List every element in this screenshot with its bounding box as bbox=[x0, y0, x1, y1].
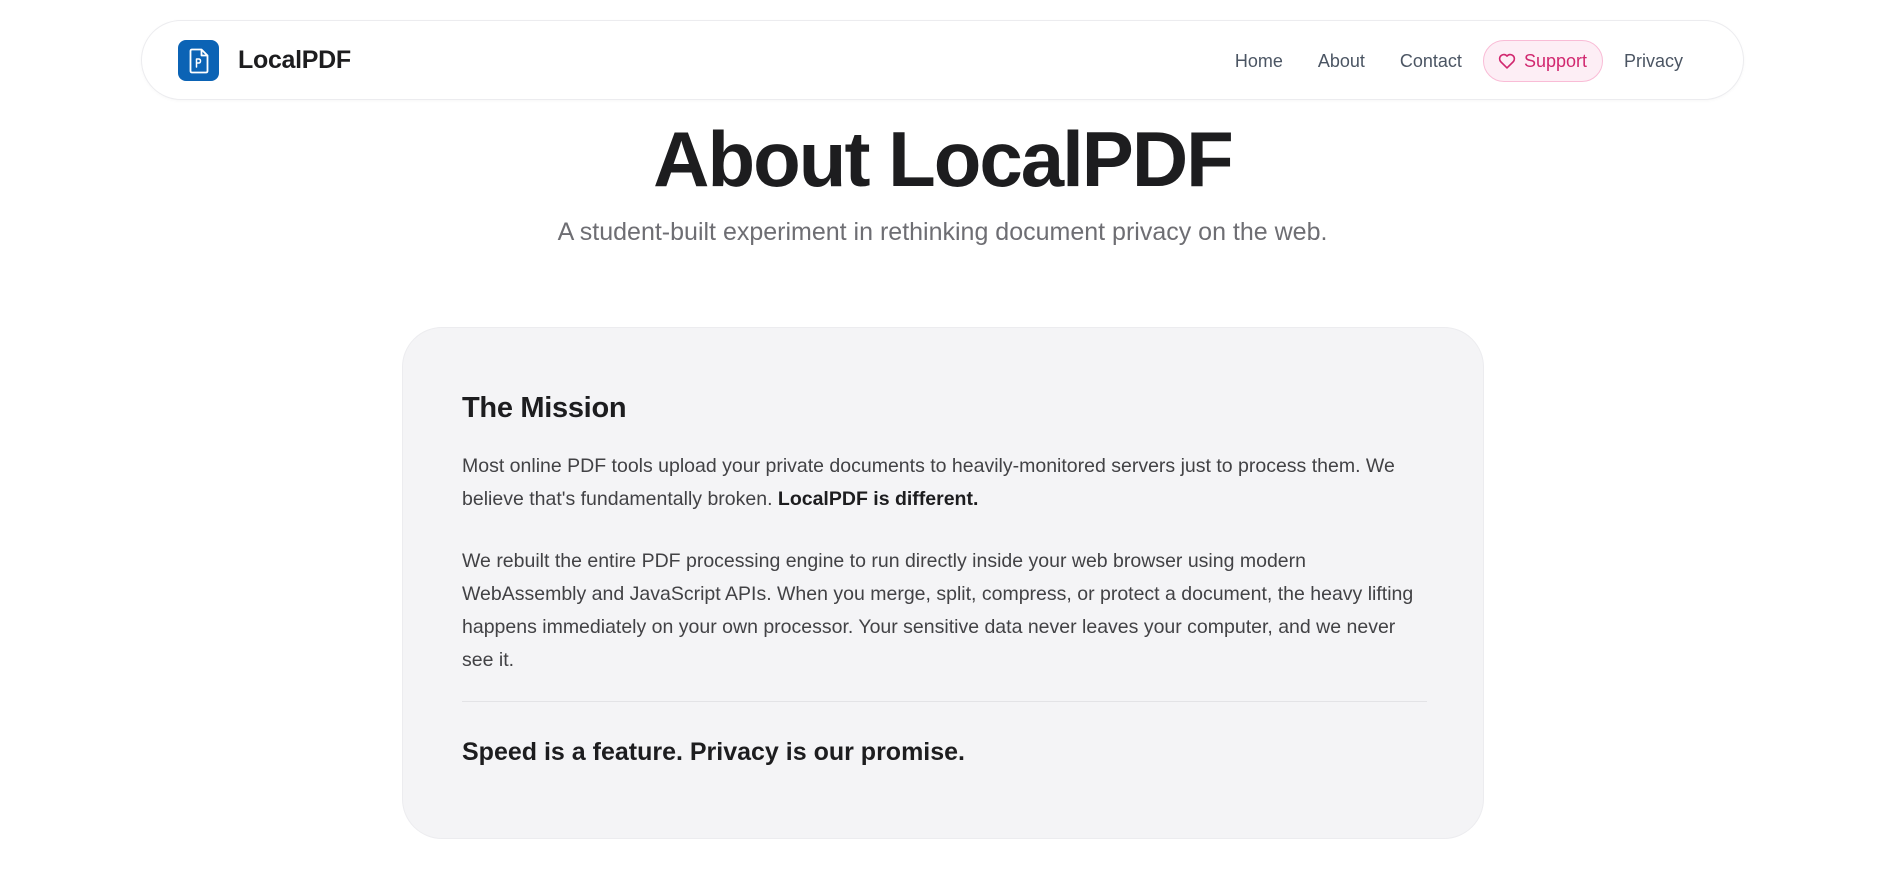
mission-paragraph-2: We rebuilt the entire PDF processing eng… bbox=[462, 550, 1414, 671]
mission-paragraph-1-emphasis: LocalPDF is different. bbox=[777, 488, 979, 510]
nav-about-link[interactable]: About bbox=[1318, 51, 1365, 72]
nav-contact-link[interactable]: Contact bbox=[1400, 51, 1462, 72]
mission-card: The Mission Most online PDF tools upload… bbox=[402, 327, 1484, 839]
page-subtitle: A student-built experiment in rethinking… bbox=[557, 218, 1328, 246]
top-navbar: LocalPDF Home About Contact Support Priv… bbox=[141, 20, 1744, 100]
promise-statement: Speed is a feature. Privacy is our promi… bbox=[462, 738, 965, 766]
main-nav: Home About Contact Support Privacy bbox=[1235, 39, 1683, 83]
mission-heading: The Mission bbox=[462, 392, 627, 424]
support-label: Support bbox=[1523, 50, 1587, 71]
pdf-file-icon bbox=[178, 40, 219, 81]
nav-home-link[interactable]: Home bbox=[1235, 51, 1283, 72]
support-button[interactable]: Support bbox=[1482, 40, 1603, 82]
heart-icon bbox=[1498, 53, 1516, 69]
card-divider bbox=[462, 701, 1427, 702]
nav-privacy-link[interactable]: Privacy bbox=[1624, 51, 1683, 72]
mission-paragraph-1: Most online PDF tools upload your privat… bbox=[462, 450, 1427, 516]
brand-logo-link[interactable]: LocalPDF bbox=[178, 40, 351, 81]
brand-name: LocalPDF bbox=[238, 46, 351, 74]
page-title: About LocalPDF bbox=[653, 115, 1234, 203]
